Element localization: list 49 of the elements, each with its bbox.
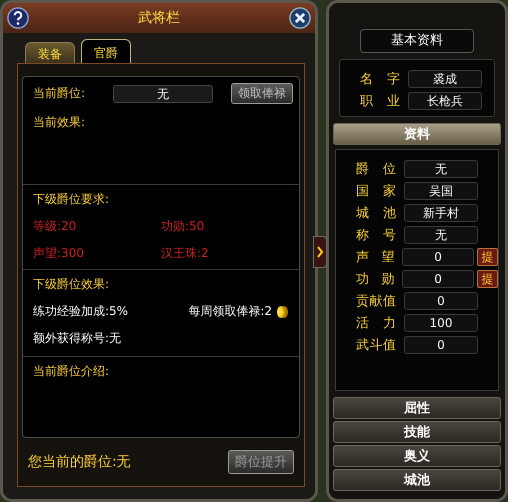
section-button[interactable]: 屈性 [333, 397, 501, 419]
field-label: 名 字 [360, 71, 400, 88]
section-button[interactable]: 技能 [333, 421, 501, 443]
raise-button[interactable]: 提 [476, 270, 498, 288]
rank-field: 无 [113, 84, 213, 102]
value-field: 0 [404, 292, 478, 310]
section-button[interactable]: 资料 [333, 123, 501, 145]
field-label: 称 号 [356, 227, 396, 244]
profile-title: 基本资料 [360, 29, 474, 53]
field-label: 声 望 [356, 249, 394, 266]
requirement-text: 声望:300 [33, 245, 85, 262]
field-label: 爵 位 [356, 161, 396, 178]
value-field: 0 [404, 336, 478, 354]
section-button[interactable]: 奥义 [333, 445, 501, 467]
window-title: 武将栏 [138, 9, 180, 27]
current-rank-text: 您当前的爵位:无 [28, 453, 131, 471]
coin-icon [275, 304, 289, 318]
field-label: 城 池 [356, 205, 396, 222]
field-label: 职 业 [360, 93, 400, 110]
claim-salary-button[interactable]: 领取俸禄 [231, 83, 293, 104]
effect-text: 额外获得称号:无 [33, 330, 122, 347]
field-label: 活 力 [356, 315, 396, 332]
section-heading: 当前效果: [33, 114, 86, 131]
effect-text: 每周领取俸禄:2 [188, 303, 272, 320]
field-label: 贡献值 [356, 293, 396, 310]
requirement-text: 汉王珠:2 [161, 245, 210, 262]
section-heading: 当前爵位介绍: [33, 363, 110, 380]
section-heading: 下级爵位要求: [33, 191, 110, 208]
value-field: 裘成 [408, 70, 482, 88]
rank-label: 当前爵位: [33, 85, 86, 102]
value-field: 100 [404, 314, 478, 332]
field-label: 功 勋 [356, 271, 394, 288]
section-button[interactable]: 城池 [333, 469, 501, 491]
value-field: 长枪兵 [408, 92, 482, 110]
section-heading: 下级爵位效果: [33, 276, 110, 293]
value-field: 0 [402, 248, 474, 266]
close-icon[interactable] [289, 7, 311, 29]
value-field: 0 [402, 270, 474, 288]
value-field: 吴国 [404, 182, 478, 200]
value-field: 无 [404, 226, 478, 244]
help-icon[interactable] [7, 7, 29, 29]
value-field: 无 [404, 160, 478, 178]
field-label: 国 家 [356, 183, 396, 200]
requirement-text: 功勋:50 [161, 218, 206, 235]
effect-text: 练功经验加成:5% [33, 303, 130, 320]
field-label: 武斗值 [356, 337, 396, 354]
raise-button[interactable]: 提 [476, 248, 498, 266]
value-field: 新手村 [404, 204, 478, 222]
requirement-text: 等级:20 [33, 218, 78, 235]
